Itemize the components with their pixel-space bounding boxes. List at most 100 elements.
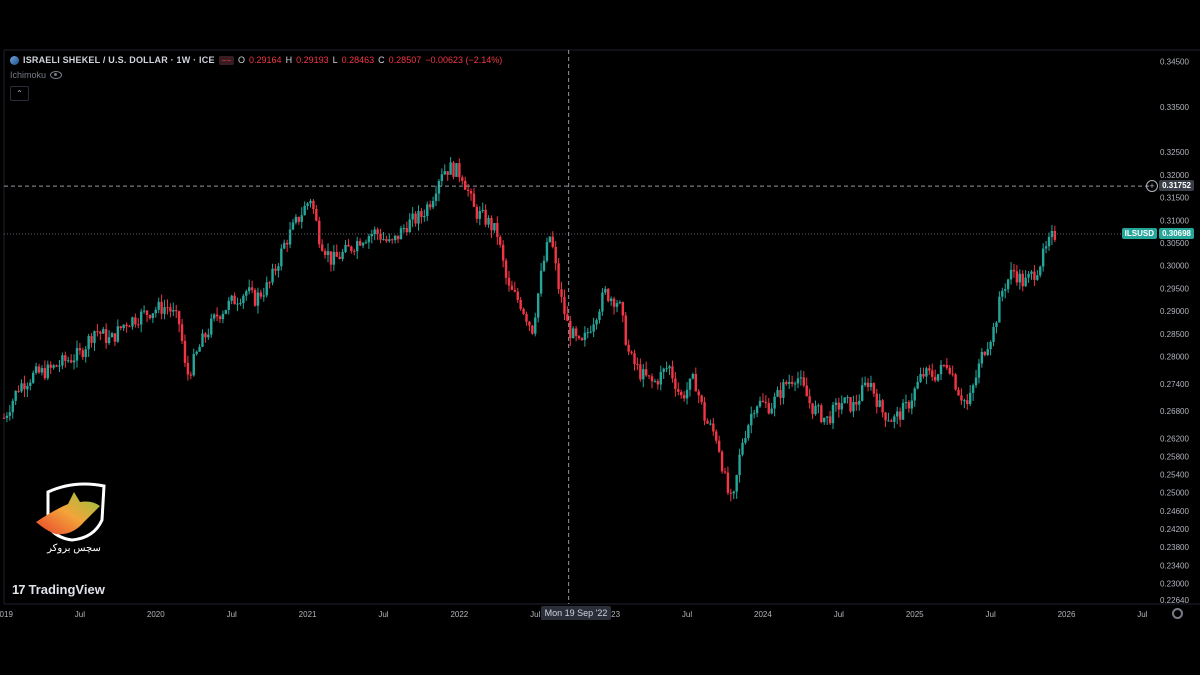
candle-body [583,332,587,341]
eye-icon[interactable] [50,71,63,79]
candle-body [230,295,233,301]
candle-body [630,351,633,354]
candle-body [431,200,435,208]
candle-body [128,326,131,328]
candle-body [227,300,230,310]
candle-body [55,365,58,367]
open-label: O [238,55,246,65]
y-tick-label: 0.30000 [1160,262,1189,271]
candle-body [504,260,508,278]
x-tick-label: 2024 [754,610,772,619]
candle-body [207,334,210,338]
candle-body [393,235,397,241]
y-tick-label: 0.29000 [1160,307,1189,316]
candle-body [685,389,689,399]
x-tick-label: Jul [1137,610,1147,619]
price-lines [4,50,1150,604]
y-tick-label: 0.28000 [1160,353,1189,362]
candle-body [931,370,934,377]
x-tick-label: Jul [986,610,996,619]
candle-body [405,228,409,233]
candle-body [904,401,908,403]
candle-body [215,314,219,317]
candle-body [154,309,157,314]
candle-body [496,223,499,237]
candle-body [735,475,738,492]
candle-body [452,162,455,177]
candle-body [898,411,902,420]
candle-body [627,344,630,352]
candle-body [338,256,341,259]
candle-body [1039,266,1042,276]
candle-body [551,236,554,247]
candle-body [224,309,228,314]
price-chart[interactable]: 0.34500 0.33500 0.32500 0.32000 0.31500 0.310… [0,0,1200,675]
candle-body [811,403,814,415]
candle-body [137,324,140,326]
candle-body [764,401,768,404]
candle-body [910,400,914,409]
candle-body [361,243,365,246]
candle-body [790,381,794,384]
candle-body [639,364,642,380]
candle-body [355,241,359,252]
candle-body [312,200,315,210]
price-axis[interactable]: 0.34500 0.33500 0.32500 0.32000 0.31500 0.310… [1160,57,1189,605]
candle-body [414,213,417,224]
candle-body [116,326,120,342]
candle-body [922,374,925,377]
candle-body [490,217,493,231]
candle-body [688,378,692,390]
tradingview-logo[interactable]: 17 TradingView [12,582,105,597]
candle-body [1004,289,1007,291]
candle-body [332,251,336,265]
high-label: H [285,55,293,65]
candle-body [878,400,881,407]
candle-body [776,389,779,397]
candle-body [825,416,829,418]
symbol-title[interactable]: ISRAELI SHEKEL / U.S. DOLLAR · 1W · ICE [23,55,215,65]
candle-body [1021,273,1024,287]
candle-body [253,289,257,306]
low-label: L [332,55,338,65]
candle-body [536,293,540,318]
candle-body [218,316,222,320]
x-tick-label: 2025 [906,610,924,619]
candle-body [335,251,338,257]
candle-body [84,349,87,358]
candle-body [636,364,639,366]
candle-body [385,239,388,242]
candle-body [621,302,625,316]
indicator-row[interactable]: Ichimoku [10,70,63,80]
y-tick-label: 0.22640 [1160,596,1189,605]
candle-body [557,263,560,290]
candle-body [782,382,785,398]
candle-body [1024,277,1027,287]
candle-body [665,368,668,370]
candle-body [29,382,32,386]
candle-body [163,307,166,314]
candles [2,157,1057,502]
x-tick-label: Jul [75,610,85,619]
candle-body [942,364,946,366]
candle-body [680,391,683,396]
candle-body [487,217,490,225]
candle-body [458,163,461,178]
collapse-legend-button[interactable]: ⌃ [10,86,29,101]
candle-body [113,333,117,342]
candle-body [160,301,163,314]
candle-body [125,324,128,327]
candle-body [966,400,969,405]
candle-body [119,326,122,329]
candle-body [717,440,721,452]
candle-body [428,204,432,208]
candle-body [37,366,41,373]
candle-body [23,383,26,390]
candle-body [303,205,306,216]
candle-body [513,289,517,292]
x-tick-label: Jul [530,610,540,619]
candle-body [449,162,452,175]
candle-body [592,324,595,332]
indicator-name[interactable]: Ichimoku [10,70,46,80]
gear-icon[interactable] [1172,608,1183,619]
